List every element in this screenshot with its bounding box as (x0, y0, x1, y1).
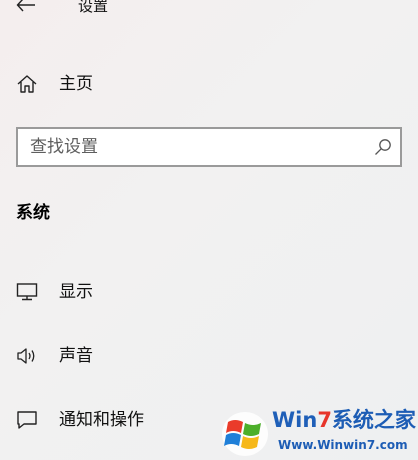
watermark-url: Www.Winwin7.com (278, 438, 408, 452)
window-title: 设置 (78, 0, 109, 15)
menu-item-sound[interactable]: 声音 (0, 336, 418, 376)
watermark: Win7系统之家 Www.Winwin7.com (220, 404, 418, 460)
home-icon (17, 75, 37, 93)
menu-item-notifications-label: 通知和操作 (59, 410, 144, 430)
watermark-brand-win: Win (272, 408, 318, 432)
menu-item-sound-label: 声音 (59, 346, 93, 366)
notification-icon (17, 411, 37, 429)
search-box[interactable] (16, 127, 402, 167)
search-input[interactable] (30, 135, 360, 159)
title-bar: 设置 (0, 0, 418, 24)
watermark-brand: Win7系统之家 (272, 406, 416, 434)
speaker-icon (17, 348, 35, 364)
menu-item-display[interactable]: 显示 (0, 272, 418, 312)
watermark-brand-rest: 系统之家 (331, 408, 416, 432)
nav-item-home[interactable]: 主页 (0, 64, 418, 104)
arrow-left-icon (16, 0, 35, 12)
windows-logo-icon (222, 412, 268, 456)
menu-item-display-label: 显示 (59, 282, 93, 302)
back-button[interactable] (12, 0, 40, 20)
nav-item-home-label: 主页 (59, 74, 93, 94)
search-icon[interactable] (374, 138, 392, 156)
watermark-brand-seven: 7 (317, 408, 332, 432)
monitor-icon (16, 283, 38, 301)
section-title: 系统 (16, 203, 50, 223)
